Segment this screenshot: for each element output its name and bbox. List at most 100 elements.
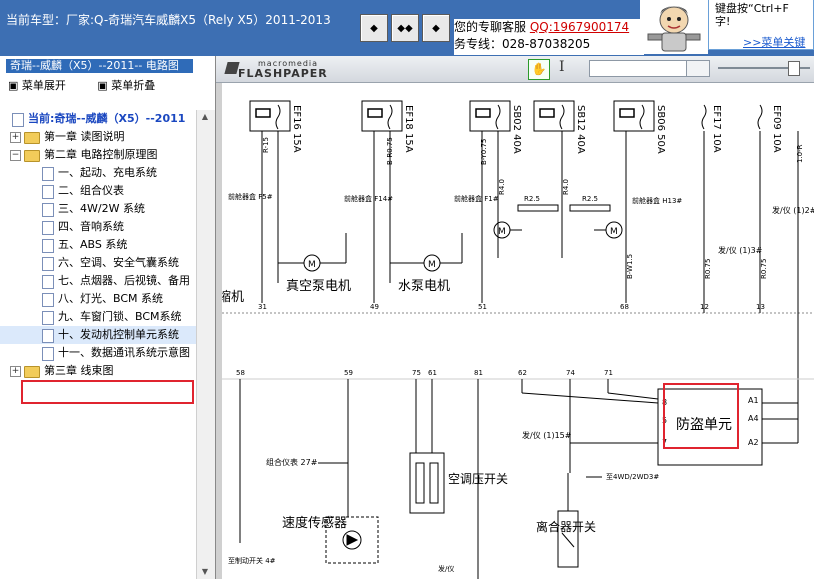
prev-page-button[interactable]: ◆ xyxy=(360,14,388,42)
expand-icon[interactable]: + xyxy=(10,366,21,377)
helper-character-image xyxy=(640,0,708,54)
speed-sensor: 速度传感器 xyxy=(282,483,379,564)
tree-label: 三、4W/2W 系统 xyxy=(58,202,145,215)
top-header: 当前车型：厂家:Q-奇瑞汽车威麟X5（Rely X5）2011-2013 ◆ ◆… xyxy=(0,0,814,56)
tree-section[interactable]: 十、发动机控制单元系统 xyxy=(0,326,196,344)
menu-collapse-button[interactable]: ▣ 菜单折叠 xyxy=(97,79,169,92)
current-vehicle-label: 当前车型：厂家:Q-奇瑞汽车威麟X5（Rely X5）2011-2013 xyxy=(6,13,331,27)
tree-label: 七、点烟器、后视镜、备用 xyxy=(58,274,190,287)
fuse-label: EF16 15A xyxy=(291,105,302,153)
svg-text:A1: A1 xyxy=(748,396,759,405)
fuse-label: EF18 15A xyxy=(403,105,414,153)
folder-icon xyxy=(24,132,40,144)
fuse-sb02: SB02 40A xyxy=(469,100,522,154)
tree-chapter[interactable]: − 第二章 电路控制原理图 xyxy=(0,146,196,164)
svg-text:B-Y0.75: B-Y0.75 xyxy=(480,139,488,165)
svg-text:R0.75: R0.75 xyxy=(760,259,768,279)
water-pump-label: 水泵电机 xyxy=(398,279,450,294)
fa-yi-bottom-label: 发/仪 xyxy=(438,564,454,573)
fuse-label: EF17 10A xyxy=(711,105,722,153)
svg-text:68: 68 xyxy=(620,303,629,311)
svg-text:A4: A4 xyxy=(748,414,759,423)
svg-text:13: 13 xyxy=(756,303,765,311)
tree-label: 四、音响系统 xyxy=(58,220,124,233)
sidebar-scrollbar[interactable]: ▲ ▼ xyxy=(196,110,215,579)
qq-link[interactable]: QQ:1967900174 xyxy=(530,20,629,34)
tree-label: 十、发动机控制单元系统 xyxy=(58,328,179,341)
find-button[interactable] xyxy=(686,60,710,77)
tree-label: 十一、数据通讯系统示意图 xyxy=(58,346,190,359)
front-box-h13-label: 前舱器盒 H13# xyxy=(632,196,682,205)
svg-text:58: 58 xyxy=(236,369,245,377)
fa-yi-2-label: 发/仪 (1)2# xyxy=(772,205,814,215)
page-icon xyxy=(42,293,54,307)
tree-label: 第二章 电路控制原理图 xyxy=(44,148,158,161)
page-icon xyxy=(42,275,54,289)
tree-section[interactable]: 一、起动、充电系统 xyxy=(0,164,196,182)
page-icon xyxy=(42,257,54,271)
clutch-switch-label: 离合器开关 xyxy=(536,519,596,534)
tree-section[interactable]: 二、组合仪表 xyxy=(0,182,196,200)
svg-text:R2.5: R2.5 xyxy=(524,195,540,203)
svg-text:49: 49 xyxy=(370,303,379,311)
combo-meter-label: 组合仪表 27# xyxy=(266,457,318,467)
folder-icon xyxy=(24,150,40,162)
tree-section[interactable]: 五、ABS 系统 xyxy=(0,236,196,254)
hand-tool-icon[interactable]: ✋ xyxy=(528,59,550,80)
tree-section[interactable]: 八、灯光、BCM 系统 xyxy=(0,290,196,308)
immobilizer-highlight-box xyxy=(663,383,739,449)
tree-label: 第三章 线束图 xyxy=(44,364,114,377)
search-tip-box: 键盘按“Ctrl+F 字! >>菜单关键 xyxy=(708,0,814,50)
menu-expand-button[interactable]: ▣ 菜单展开 xyxy=(8,79,80,92)
svg-text:M: M xyxy=(610,227,618,237)
sidebar-title: 奇瑞--威麟（X5）--2011-- 电路图 xyxy=(6,59,193,73)
tree-section[interactable]: 六、空调、安全气囊系统 xyxy=(0,254,196,272)
fuse-label: EF09 10A xyxy=(771,105,782,153)
svg-text:R4.0: R4.0 xyxy=(562,179,570,195)
scroll-down-icon[interactable]: ▼ xyxy=(200,567,210,577)
tree-root[interactable]: 当前:奇瑞--威麟（X5）--2011 xyxy=(0,110,196,128)
center-page-button[interactable]: ◆◆ xyxy=(391,14,419,42)
svg-text:M: M xyxy=(498,227,506,237)
front-box-f14-label: 前舱器盒 F14# xyxy=(344,194,393,203)
page-icon xyxy=(42,329,54,343)
fuse-ef09: EF09 10A xyxy=(757,104,782,153)
immobilizer-label: 防盗单元 xyxy=(676,417,732,433)
tip-line-2: 字! xyxy=(715,15,731,28)
flashpaper-label: FLASHPAPER xyxy=(238,67,328,80)
find-input[interactable] xyxy=(589,60,687,77)
sidebar-actions: ▣ 菜单展开 ▣ 菜单折叠 xyxy=(8,77,183,93)
next-page-button[interactable]: ◆ xyxy=(422,14,450,42)
tree-section[interactable]: 三、4W/2W 系统 xyxy=(0,200,196,218)
svg-text:R0.75: R0.75 xyxy=(704,259,712,279)
tree-section[interactable]: 七、点烟器、后视镜、备用 xyxy=(0,272,196,290)
tip-line-1: 键盘按“Ctrl+F xyxy=(715,2,789,15)
svg-text:62: 62 xyxy=(518,369,527,377)
zoom-slider-handle[interactable] xyxy=(788,61,800,76)
tree-label: 八、灯光、BCM 系统 xyxy=(58,292,164,305)
tree-chapter[interactable]: + 第一章 读图说明 xyxy=(0,128,196,146)
collapse-icon[interactable]: − xyxy=(10,150,21,161)
to-brake-label: 至制动开关 4# xyxy=(228,556,276,565)
svg-text:31: 31 xyxy=(258,303,267,311)
menu-expand-label: 菜单展开 xyxy=(21,79,66,92)
tree-chapter[interactable]: + 第三章 线束图 xyxy=(0,362,196,380)
svg-text:59: 59 xyxy=(344,369,353,377)
page-icon xyxy=(42,203,54,217)
fuse-ef17: EF17 10A xyxy=(701,104,722,153)
tree-section[interactable]: 四、音响系统 xyxy=(0,218,196,236)
expand-icon[interactable]: + xyxy=(10,132,21,143)
page-icon xyxy=(42,239,54,253)
page-icon xyxy=(42,185,54,199)
text-select-icon[interactable]: I xyxy=(559,59,565,75)
water-pump-motor: M 水泵电机 xyxy=(389,233,463,294)
wiring-diagram: EF16 15A EF18 15A SB02 40A SB12 40A SB06… xyxy=(218,100,814,579)
fuse-ef16: EF16 15A xyxy=(249,100,302,153)
scroll-up-icon[interactable]: ▲ xyxy=(200,112,210,122)
fuse-sb12: SB12 40A xyxy=(533,100,586,154)
fa-yi-3-label: 发/仪 (1)3# xyxy=(718,245,763,255)
svg-text:R2.5: R2.5 xyxy=(582,195,598,203)
tree-section[interactable]: 九、车窗门锁、BCM系统 xyxy=(0,308,196,326)
menu-keyword-link[interactable]: >>菜单关键 xyxy=(743,36,813,49)
tree-section[interactable]: 十一、数据通讯系统示意图 xyxy=(0,344,196,362)
